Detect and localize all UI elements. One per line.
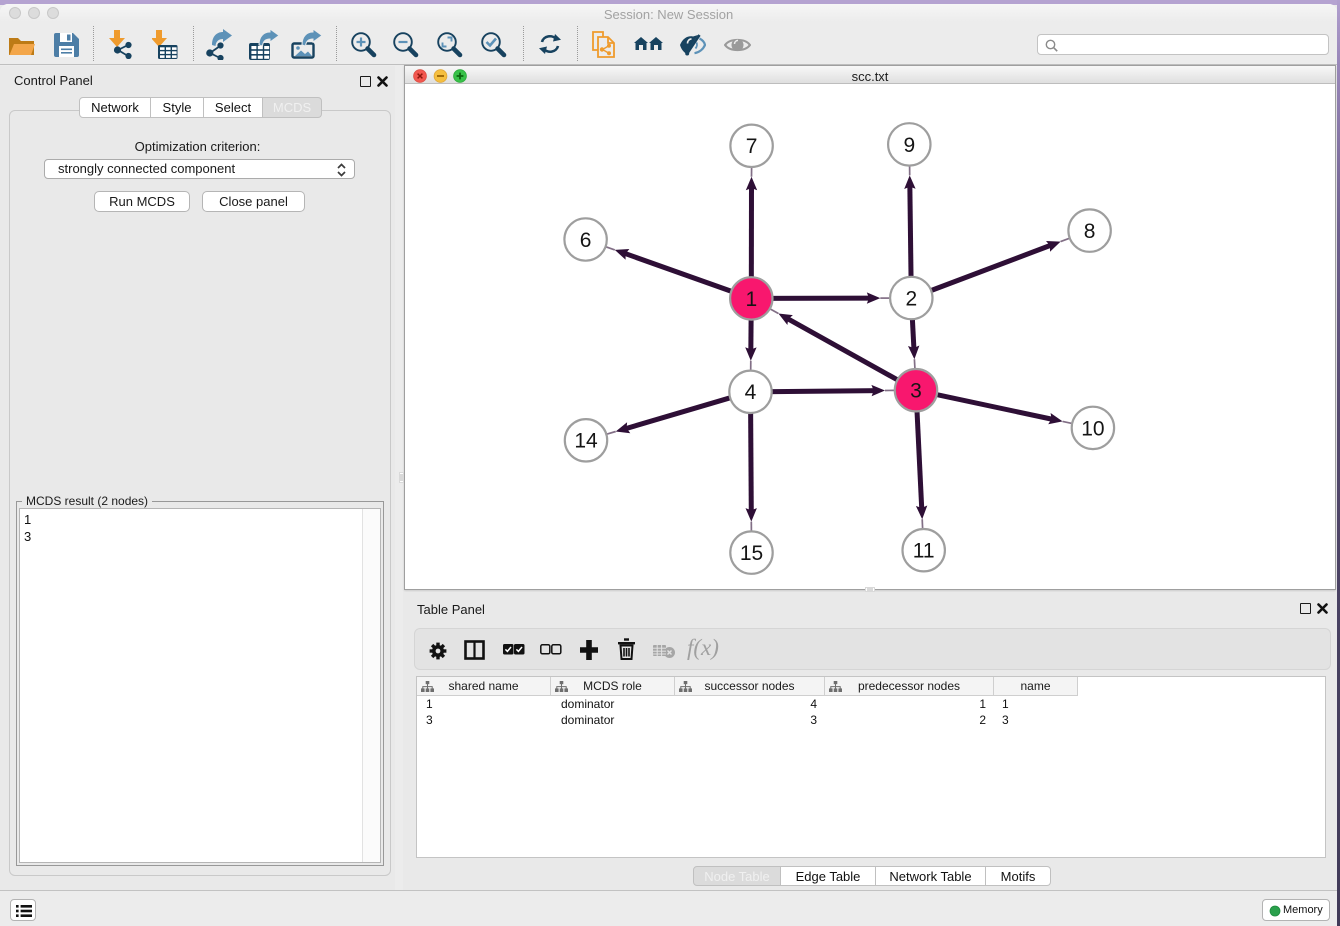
svg-text:3: 3 — [910, 380, 922, 403]
svg-text:9: 9 — [903, 134, 915, 157]
svg-text:1: 1 — [745, 288, 757, 311]
svg-text:8: 8 — [1084, 220, 1096, 243]
svg-text:15: 15 — [740, 542, 763, 565]
svg-text:10: 10 — [1081, 417, 1104, 440]
svg-text:6: 6 — [580, 229, 592, 252]
svg-text:14: 14 — [574, 430, 598, 453]
svg-text:11: 11 — [913, 540, 935, 563]
svg-text:7: 7 — [746, 135, 758, 158]
svg-text:2: 2 — [905, 287, 917, 310]
svg-text:4: 4 — [745, 381, 757, 404]
